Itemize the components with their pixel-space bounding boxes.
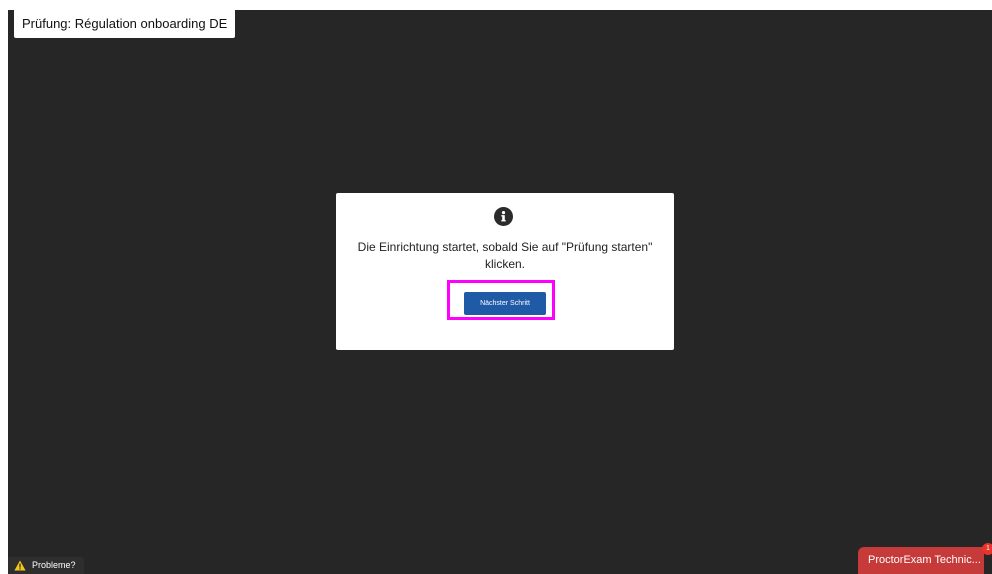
support-chat-button[interactable]: ProctorExam Technic... (858, 547, 984, 574)
chat-notification-badge: 1 (982, 543, 992, 555)
dialog-message: Die Einrichtung startet, sobald Sie auf … (357, 240, 653, 271)
next-step-button[interactable]: Nächster Schritt (464, 292, 546, 315)
exam-title: Prüfung: Régulation onboarding DE (14, 10, 236, 38)
problems-button[interactable]: Probleme? (8, 557, 84, 574)
exam-screen: Prüfung: Régulation onboarding DE Die Ei… (8, 10, 992, 574)
info-icon (494, 207, 513, 226)
warning-icon (14, 560, 26, 571)
info-dialog: Die Einrichtung startet, sobald Sie auf … (336, 193, 674, 350)
problems-label: Probleme? (32, 560, 76, 570)
